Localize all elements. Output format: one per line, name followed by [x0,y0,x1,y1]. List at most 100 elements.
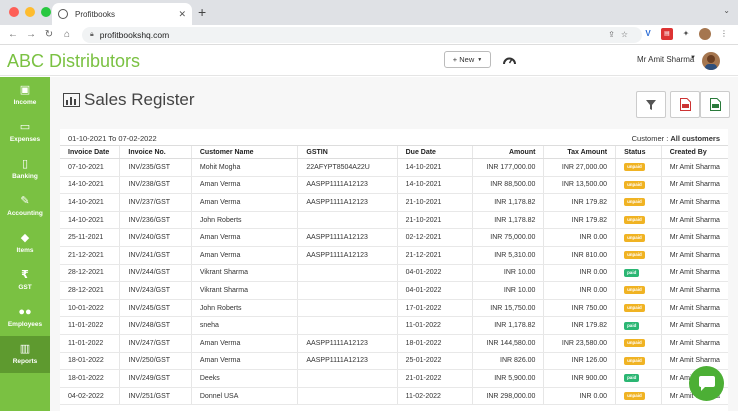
table-cell: 25-11-2021 [60,228,120,247]
table-cell: 04-01-2022 [396,264,473,283]
table-row[interactable]: 21-12-2021 INV/241/GST Aman Verma AASPP1111… [60,246,728,265]
sidebar-item-items[interactable]: ◆ Items [0,225,50,262]
table-row[interactable]: 28-12-2021 INV/243/GST Vikrant Sharma 04-01… [60,281,728,300]
table-cell: unpaid [615,334,662,353]
table-cell: INR 900.00 [543,369,616,388]
table-cell: Mr Amit Sharma [660,264,728,283]
forward-icon[interactable]: → [26,29,36,40]
column-header[interactable]: Invoice No. [119,145,192,159]
new-button[interactable]: + New ▼ [444,51,491,68]
table-cell[interactable]: INV/248/GST [119,316,192,335]
table-cell: INR 179.82 [543,211,616,230]
table-row[interactable]: 11-01-2022 INV/248/GST sneha 11-01-2022 INR … [60,316,728,335]
new-tab-button[interactable]: + [198,4,206,20]
status-badge: unpaid [624,198,645,207]
table-cell[interactable]: INV/235/GST [119,158,192,177]
table-cell[interactable]: INV/241/GST [119,246,192,265]
page-title: Sales Register [84,90,195,109]
table-cell: INR 179.82 [543,193,616,212]
sidebar-item-accounting[interactable]: ✎ Accounting [0,188,50,225]
column-header[interactable]: GSTIN [297,145,398,159]
user-caret-icon[interactable]: ▼ [690,55,696,61]
extensions-area: V ▤ ✦ ⋮ [642,28,730,40]
table-row[interactable]: 14-10-2021 INV/238/GST Aman Verma AASPP1111… [60,176,728,195]
table-row[interactable]: 28-12-2021 INV/244/GST Vikrant Sharma 04-01… [60,264,728,283]
minimize-window-button[interactable] [25,7,35,17]
table-row[interactable]: 04-02-2022 INV/251/GST Donnel USA 11-02-202… [60,387,728,406]
table-cell[interactable]: INV/250/GST [119,352,192,371]
table-cell[interactable]: INV/240/GST [119,228,192,247]
table-row[interactable]: 25-11-2021 INV/240/GST Aman Verma AASPP1111… [60,228,728,247]
table-cell: 04-02-2022 [60,387,120,406]
filter-button[interactable] [636,91,666,118]
table-cell: INR 144,580.00 [471,334,544,353]
table-cell[interactable]: INV/243/GST [119,281,192,300]
table-cell[interactable]: INV/244/GST [119,264,192,283]
table-cell: AASPP1111A12123 [297,193,398,212]
table-row[interactable]: 14-10-2021 INV/237/GST Aman Verma AASPP1111… [60,193,728,212]
user-name[interactable]: Mr Amit Sharma [637,55,694,64]
sidebar-item-gst[interactable]: ₹ GST [0,262,50,299]
browser-tab[interactable]: Profitbooks ✕ [52,3,192,25]
sidebar-item-employees[interactable]: ●● Employees [0,299,50,336]
expenses-icon: ▭ [19,121,31,133]
chat-button[interactable] [689,366,724,401]
table-row[interactable]: 18-01-2022 INV/249/GST Deeks 21-01-2022 INR … [60,369,728,388]
sidebar-item-income[interactable]: ▣ Income [0,77,50,114]
table-cell: Vikrant Sharma [190,264,298,283]
column-header[interactable]: Created By [660,145,728,159]
column-header[interactable]: Invoice Date [60,145,120,159]
table-cell: INR 15,750.00 [471,299,544,318]
back-icon[interactable]: ← [8,29,18,40]
table-cell[interactable]: INV/238/GST [119,176,192,195]
chevron-down-icon[interactable]: ⌄ [723,6,730,15]
column-header[interactable]: Customer Name [190,145,298,159]
share-star-icons[interactable]: ⇪☆ [608,30,634,39]
table-cell: INR 10.00 [471,281,544,300]
table-cell: 10-01-2022 [60,299,120,318]
maximize-window-button[interactable] [41,7,51,17]
table-row[interactable]: 11-01-2022 INV/247/GST Aman Verma AASPP1111… [60,334,728,353]
avatar[interactable] [702,52,720,70]
table-cell[interactable]: INV/236/GST [119,211,192,230]
column-header[interactable]: Tax Amount [543,145,616,159]
column-header[interactable]: Amount [471,145,544,159]
column-header[interactable]: Due Date [396,145,473,159]
close-window-button[interactable] [9,7,19,17]
table-cell[interactable]: INV/249/GST [119,369,192,388]
kebab-menu-icon[interactable]: ⋮ [718,28,730,40]
table-header-row: Invoice Date Invoice No. Customer Name GSTI… [60,145,728,159]
profile-icon[interactable] [699,28,711,40]
table-cell: AASPP1111A12123 [297,352,398,371]
sidebar-item-label: Income [13,99,37,106]
customer-value[interactable]: All customers [670,134,720,143]
dashboard-gauge-icon[interactable] [503,54,516,66]
vee-extension-icon[interactable]: V [642,28,654,40]
export-excel-button[interactable] [700,91,730,118]
table-row[interactable]: 07-10-2021 INV/235/GST Mohit Mogha 22AFYPT8… [60,158,728,177]
table-row[interactable]: 18-01-2022 INV/250/GST Aman Verma AASPP1111… [60,352,728,371]
reload-icon[interactable]: ↻ [44,29,54,40]
sidebar-item-expenses[interactable]: ▭ Expenses [0,114,50,151]
table-row[interactable]: 10-01-2022 INV/245/GST John Roberts 17-01-2… [60,299,728,318]
bar-chart-icon [63,93,80,107]
url-field[interactable]: 🔒︎ profitbookshq.com ⇪☆ [82,27,642,43]
table-cell[interactable]: INV/247/GST [119,334,192,353]
close-tab-icon[interactable]: ✕ [178,9,186,20]
sidebar-item-reports[interactable]: ▥ Reports [0,336,50,373]
puzzle-icon[interactable]: ✦ [680,28,692,40]
table-cell[interactable]: INV/251/GST [119,387,192,406]
home-icon[interactable]: ⌂ [62,29,72,40]
table-row[interactable]: 14-10-2021 INV/236/GST John Roberts 21-10-2… [60,211,728,230]
table-cell: 21-12-2021 [60,246,120,265]
sidebar-item-banking[interactable]: ▯ Banking [0,151,50,188]
column-header[interactable]: Status [615,145,662,159]
table-cell: INR 88,500.00 [471,176,544,195]
table-cell: INR 1,178.82 [471,211,544,230]
company-name[interactable]: ABC Distributors [7,51,140,72]
export-pdf-button[interactable] [670,91,700,118]
table-cell[interactable]: INV/237/GST [119,193,192,212]
pdf-extension-icon[interactable]: ▤ [661,28,673,40]
rupee-icon: ₹ [21,269,29,281]
table-cell[interactable]: INV/245/GST [119,299,192,318]
